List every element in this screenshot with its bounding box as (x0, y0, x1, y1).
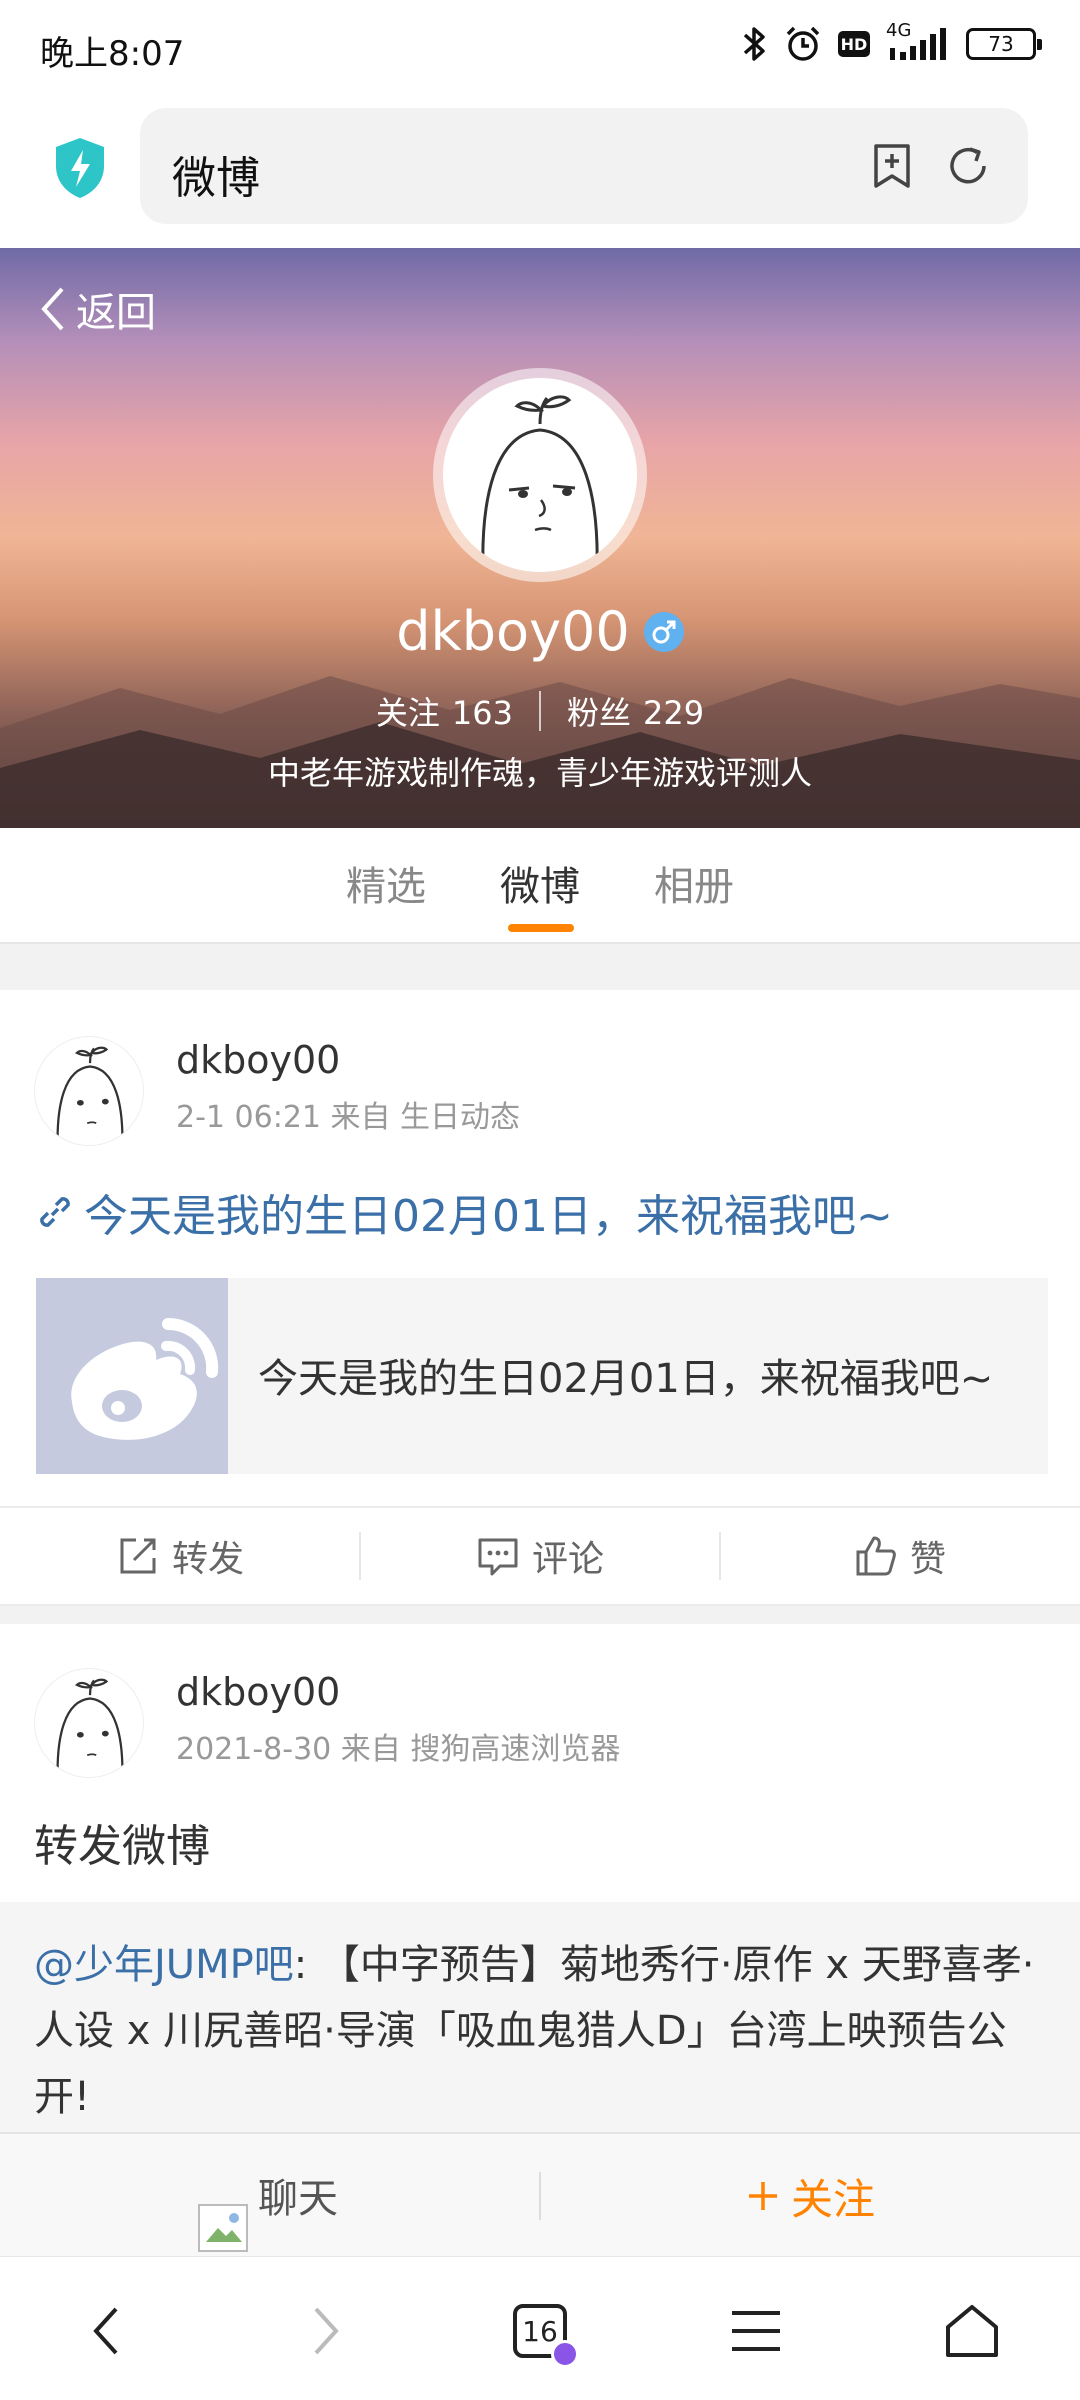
avatar[interactable] (34, 1036, 144, 1146)
post-actions: 转发 评论 赞 (0, 1506, 1080, 1606)
male-icon (643, 611, 684, 652)
post-meta: 2-1 06:21 来自 生日动态 (176, 1100, 521, 1135)
chevron-left-icon (93, 2307, 118, 2355)
following-label: 关注 (375, 694, 440, 732)
following-count: 163 (451, 694, 513, 732)
broken-image-icon (198, 2204, 248, 2252)
followers-count: 229 (643, 694, 705, 732)
comment-icon (478, 1538, 518, 1576)
bookmark-add-icon[interactable] (868, 142, 916, 190)
feed-separator (0, 944, 1080, 990)
menu-icon (732, 2311, 780, 2351)
comment-button[interactable]: 评论 (360, 1508, 720, 1604)
profile-header: 返回 dkboy00 关注 163 粉丝 229 中老年游戏制作魂，青少年游戏评… (0, 248, 1080, 828)
tab-weibo[interactable]: 微博 (500, 854, 580, 912)
followers-label: 粉丝 (567, 694, 632, 732)
post-meta: 2021-8-30 来自 搜狗高速浏览器 (176, 1732, 621, 1767)
like-label: 赞 (909, 1539, 946, 1580)
repost-text: @少年JUMP吧: 【中字预告】菊地秀行·原作 x 天野喜孝·人设 x 川尻善昭… (34, 1932, 1046, 2130)
sprout-face-avatar (56, 1046, 124, 1145)
chevron-left-icon (41, 287, 64, 331)
like-button[interactable]: 赞 (720, 1508, 1080, 1604)
following-stat[interactable]: 关注 163 (376, 688, 513, 734)
mention-link[interactable]: @少年JUMP吧 (34, 1942, 294, 1988)
status-bar: 晚上8:07 HD 4G 73 (0, 0, 1080, 96)
plus-icon (748, 2182, 777, 2210)
shield-icon[interactable] (52, 136, 108, 200)
back-label: 返回 (76, 290, 156, 336)
signal-icon: 4G (886, 20, 950, 64)
chat-button[interactable]: 聊天 (0, 2134, 540, 2258)
repost-label: 转发 (171, 1539, 244, 1580)
followers-stat[interactable]: 粉丝 229 (567, 688, 704, 734)
profile-avatar[interactable] (433, 368, 647, 582)
link-icon (40, 1197, 70, 1227)
comment-label: 评论 (531, 1539, 604, 1580)
tab-count: 16 (513, 2304, 579, 2368)
follow-label: 关注 (790, 2174, 875, 2224)
browser-address-bar: 微博 (0, 96, 1080, 248)
status-icons: HD 4G 73 (742, 20, 1042, 64)
nav-menu-button[interactable] (716, 2291, 796, 2371)
profile-name-row: dkboy00 (0, 600, 1080, 663)
profile-username: dkboy00 (396, 600, 630, 663)
post-link-text: 今天是我的生日02月01日，来祝福我吧~ (84, 1191, 893, 1242)
post-link[interactable]: 今天是我的生日02月01日，来祝福我吧~ (34, 1180, 893, 1244)
sprout-face-avatar (56, 1678, 124, 1777)
card-text: 今天是我的生日02月01日，来祝福我吧~ (258, 1356, 994, 1402)
battery-icon: 73 (966, 28, 1042, 60)
weibo-logo-icon (71, 1317, 219, 1440)
avatar[interactable] (34, 1668, 144, 1778)
sprout-face-avatar (481, 395, 599, 572)
chat-label: 聊天 (258, 2176, 338, 2222)
post-username[interactable]: dkboy00 (176, 1670, 340, 1714)
profile-stats: 关注 163 粉丝 229 (0, 688, 1080, 734)
refresh-icon[interactable] (944, 142, 992, 190)
bluetooth-icon (743, 27, 765, 61)
tab-album[interactable]: 相册 (654, 854, 734, 912)
home-icon (946, 2305, 998, 2357)
profile-bio: 中老年游戏制作魂，青少年游戏评测人 (267, 754, 812, 792)
nav-forward-button[interactable] (286, 2291, 366, 2371)
status-time: 晚上8:07 (40, 34, 185, 74)
back-button[interactable]: 返回 (38, 280, 156, 338)
follow-chat-bar: 聊天 关注 (0, 2132, 1080, 2256)
hd-icon: HD (838, 31, 870, 57)
tab-count-number: 16 (522, 2314, 558, 2348)
profile-tabs: 精选 微博 相册 (0, 828, 1080, 944)
post-username[interactable]: dkboy00 (176, 1038, 340, 1082)
feed-post: dkboy00 2-1 06:21 来自 生日动态 今天是我的生日02月01日，… (0, 990, 1080, 1506)
card-thumbnail (36, 1278, 228, 1474)
tab-featured[interactable]: 精选 (346, 854, 426, 912)
nav-home-button[interactable] (932, 2291, 1012, 2371)
url-box[interactable]: 微博 (140, 108, 1028, 224)
nav-tabs-button[interactable]: 16 (500, 2291, 580, 2371)
follow-button[interactable]: 关注 (540, 2134, 1080, 2258)
reposted-content[interactable]: @少年JUMP吧: 【中字预告】菊地秀行·原作 x 天野喜孝·人设 x 川尻善昭… (0, 1902, 1080, 2132)
link-card[interactable]: 今天是我的生日02月01日，来祝福我吧~ (36, 1278, 1048, 1474)
active-tab-indicator (508, 924, 574, 932)
alarm-icon (786, 26, 820, 61)
feed-separator (0, 1606, 1080, 1624)
incognito-badge-icon (551, 2340, 579, 2368)
share-icon (120, 1538, 156, 1574)
stat-divider (539, 691, 541, 731)
browser-bottom-nav: 16 (0, 2256, 1080, 2400)
post-text: 转发微博 (34, 1821, 210, 1872)
thumbs-up-icon (856, 1536, 896, 1576)
repost-button[interactable]: 转发 (0, 1508, 360, 1604)
nav-back-button[interactable] (66, 2291, 146, 2371)
chevron-right-icon (314, 2307, 339, 2355)
url-title: 微博 (172, 153, 260, 204)
